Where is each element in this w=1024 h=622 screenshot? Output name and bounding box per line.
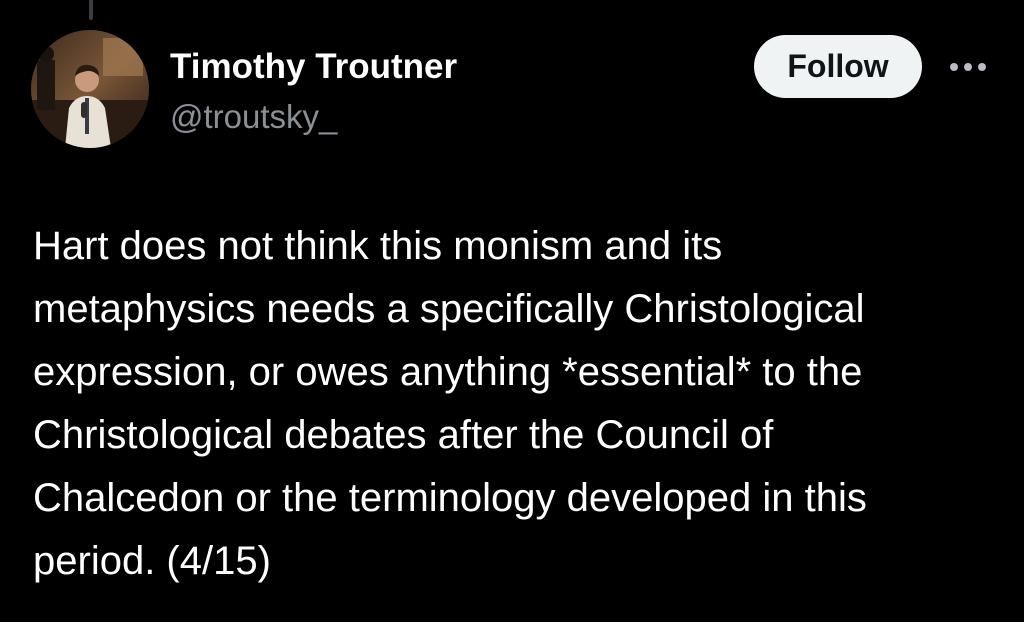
avatar[interactable]	[31, 30, 149, 148]
author-name[interactable]: Timothy Troutner	[170, 44, 457, 90]
avatar-photo	[31, 30, 149, 148]
more-dot	[964, 63, 972, 71]
more-dot	[950, 63, 958, 71]
follow-button[interactable]: Follow	[754, 35, 922, 98]
tweet-text: Hart does not think this monism and its …	[33, 224, 867, 583]
thread-connector-line	[89, 0, 93, 20]
more-dot	[978, 63, 986, 71]
author-handle[interactable]: @troutsky_	[170, 95, 337, 139]
more-horizontal-icon[interactable]	[944, 52, 992, 82]
